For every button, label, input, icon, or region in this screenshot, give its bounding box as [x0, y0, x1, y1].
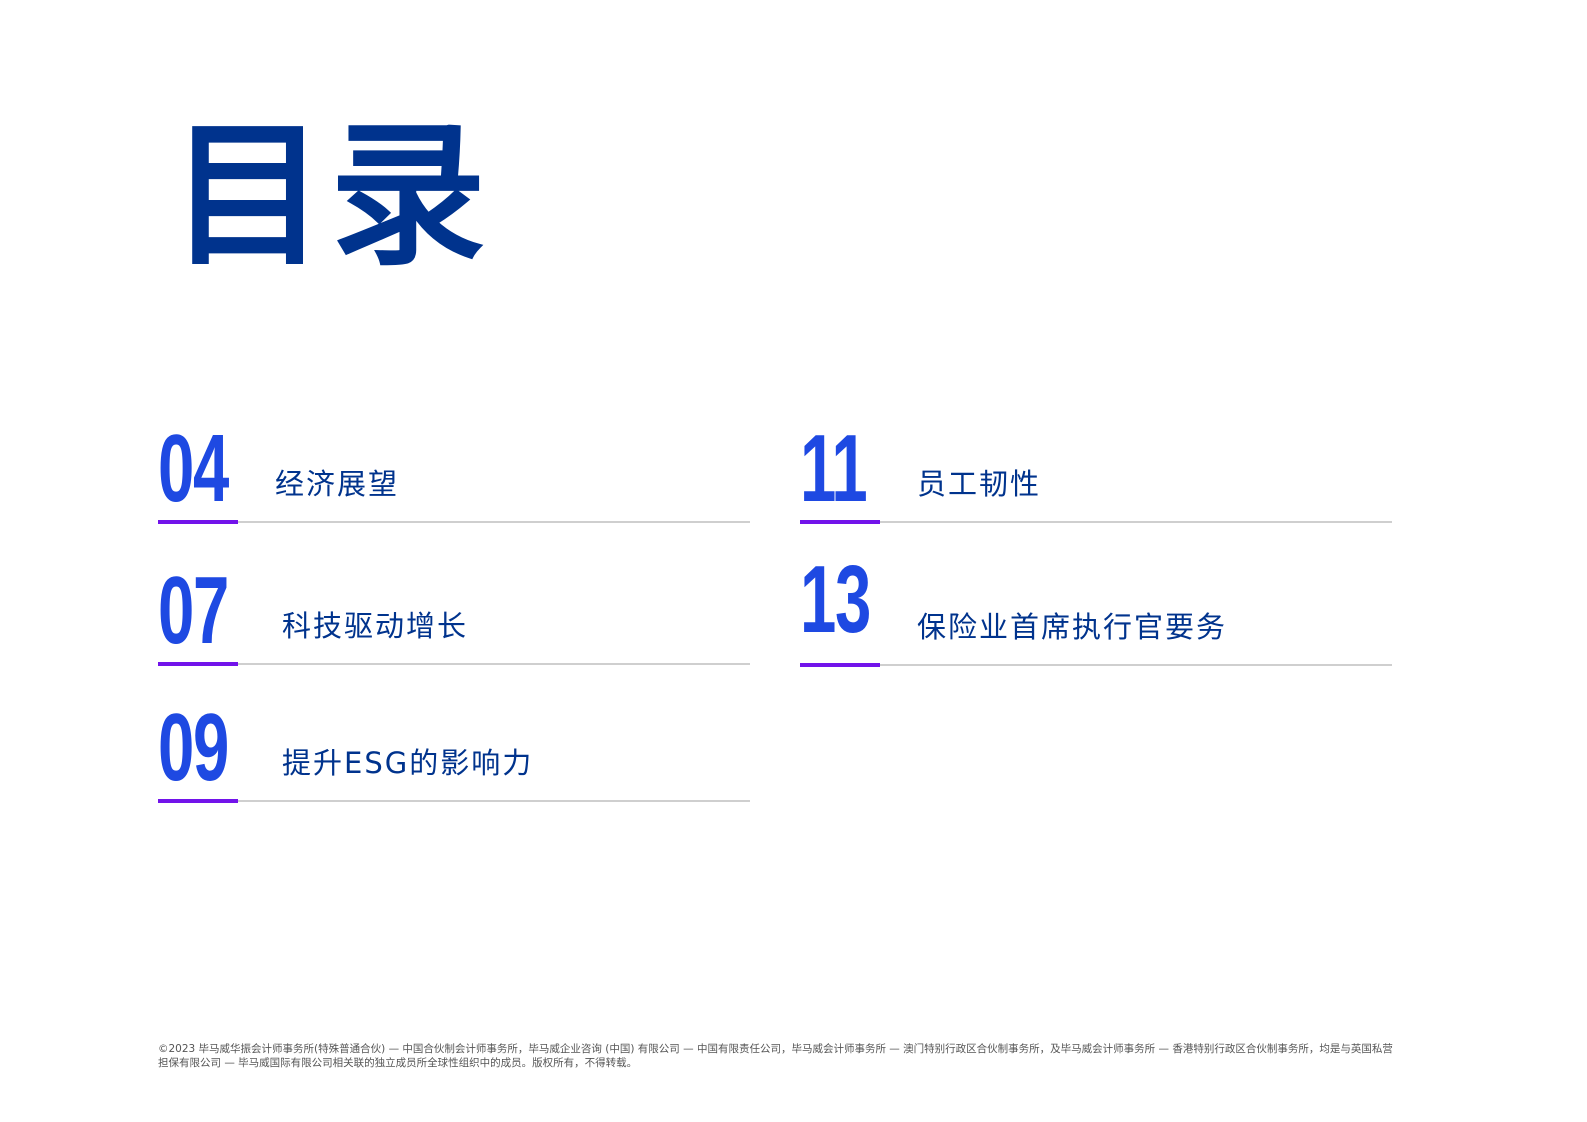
divider	[800, 664, 1392, 666]
toc-label[interactable]: 员工韧性	[917, 461, 1041, 503]
toc-item[interactable]: 07 科技驱动增长	[158, 563, 750, 666]
toc-page-number: 09	[158, 694, 229, 801]
toc-label[interactable]: 提升ESG的影响力	[282, 740, 533, 782]
toc-page-number: 07	[158, 557, 229, 664]
accent-bar	[158, 662, 238, 666]
accent-bar	[800, 520, 880, 524]
toc-item[interactable]: 13 保险业首席执行官要务	[800, 552, 1392, 667]
toc-item[interactable]: 04 经济展望	[158, 421, 750, 524]
toc-label[interactable]: 科技驱动增长	[282, 603, 468, 645]
toc-item[interactable]: 09 提升ESG的影响力	[158, 700, 750, 803]
page-title: 目录	[170, 105, 490, 287]
toc-item[interactable]: 11 员工韧性	[800, 421, 1392, 524]
toc-page-number: 04	[158, 415, 229, 522]
divider	[158, 800, 750, 802]
toc-label[interactable]: 保险业首席执行官要务	[917, 604, 1227, 646]
accent-bar	[158, 799, 238, 803]
divider	[800, 521, 1392, 523]
divider	[158, 663, 750, 665]
accent-bar	[800, 663, 880, 667]
copyright-footer: ©2023 毕马威华振会计师事务所(特殊普通合伙) — 中国合伙制会计师事务所，…	[158, 1043, 1393, 1069]
accent-bar	[158, 520, 238, 524]
toc-label[interactable]: 经济展望	[275, 461, 399, 503]
toc-page-number: 13	[800, 546, 871, 653]
toc-page-number: 11	[800, 415, 868, 522]
divider	[158, 521, 750, 523]
